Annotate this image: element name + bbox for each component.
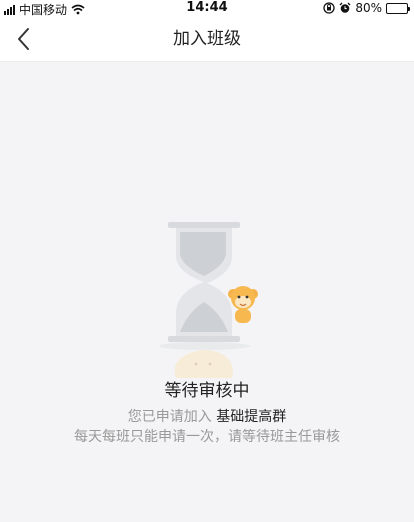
monkey-mascot-icon [228,286,258,323]
group-name: 基础提高群 [216,409,287,425]
status-bar: 中国移动 14:44 80% [0,0,414,17]
rule-text: 每天每班只能申请一次，请等待班主任审核 [74,429,340,445]
waiting-illustration [158,222,260,382]
battery-icon [386,2,410,14]
status-title: 等待审核中 [164,381,250,401]
page-title: 加入班级 [173,29,241,49]
orientation-lock-icon [323,2,335,14]
nav-bar: 加入班级 [0,16,414,62]
alarm-icon [339,2,351,13]
apply-info: 您已申请加入 基础提高群 [0,406,414,426]
battery-percent: 80% [355,1,382,15]
status-right: 80% [323,1,410,15]
apply-prefix: 您已申请加入 [127,409,217,425]
